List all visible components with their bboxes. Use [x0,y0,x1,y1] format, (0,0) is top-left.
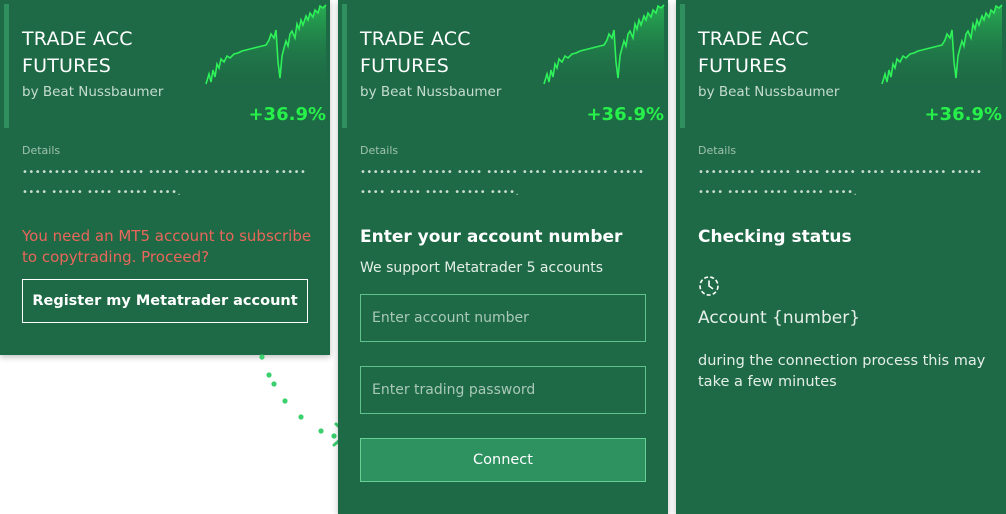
strategy-author: by Beat Nussbaumer [360,84,502,100]
details-label: Details [698,144,737,157]
trading-password-input[interactable] [360,366,646,414]
performance-sparkline [881,4,1003,92]
strategy-card-status: TRADE ACC FUTURES by Beat Nussbaumer +36… [676,0,1006,514]
strategy-title: TRADE ACC FUTURES [698,26,868,80]
strategy-author: by Beat Nussbaumer [22,84,164,100]
account-form-subheading: We support Metatrader 5 accounts [360,260,604,276]
performance-value: +36.9% [248,104,326,125]
strategy-title-line1: TRADE ACC [698,28,809,50]
strategy-card-connect: TRADE ACC FUTURES by Beat Nussbaumer +36… [338,0,668,514]
strategy-title: TRADE ACC FUTURES [22,26,192,80]
clock-loading-icon [699,276,719,296]
performance-value: +36.9% [586,104,664,125]
strategy-title-line1: TRADE ACC [360,28,471,50]
accent-bar [680,4,685,128]
strategy-title-line1: TRADE ACC [22,28,133,50]
strategy-author: by Beat Nussbaumer [698,84,840,100]
account-number-input[interactable] [360,294,646,342]
details-masked-text: ••••••••• ••••• •••• ••••• •••• ••••••••… [360,167,645,198]
strategy-title-line2: FUTURES [360,55,450,77]
mt5-warning-text: You need an MT5 account to subscribe to … [22,227,312,266]
details-masked-text: ••••••••• ••••• •••• ••••• •••• ••••••••… [698,167,983,198]
accent-bar [342,4,347,128]
copytrading-flow: TRADE ACC FUTURES by Beat Nussbaumer +36… [0,0,1006,514]
details-label: Details [360,144,399,157]
connection-info-text: during the connection process this may t… [698,353,986,390]
details-masked-text: ••••••••• ••••• •••• ••••• •••• ••••••••… [22,167,307,198]
accent-bar [4,4,9,128]
strategy-title-line2: FUTURES [698,55,788,77]
connect-button[interactable]: Connect [360,438,646,482]
strategy-title: TRADE ACC FUTURES [360,26,530,80]
status-heading: Checking status [698,227,852,247]
performance-value: +36.9% [924,104,1002,125]
strategy-card-subscribe: TRADE ACC FUTURES by Beat Nussbaumer +36… [0,0,330,355]
details-label: Details [22,144,61,157]
register-metatrader-button[interactable]: Register my Metatrader account [22,279,308,323]
performance-sparkline [205,4,327,92]
performance-sparkline [543,4,665,92]
account-form-heading: Enter your account number [360,227,623,247]
strategy-title-line2: FUTURES [22,55,112,77]
account-number-label: Account {number} [698,308,861,328]
